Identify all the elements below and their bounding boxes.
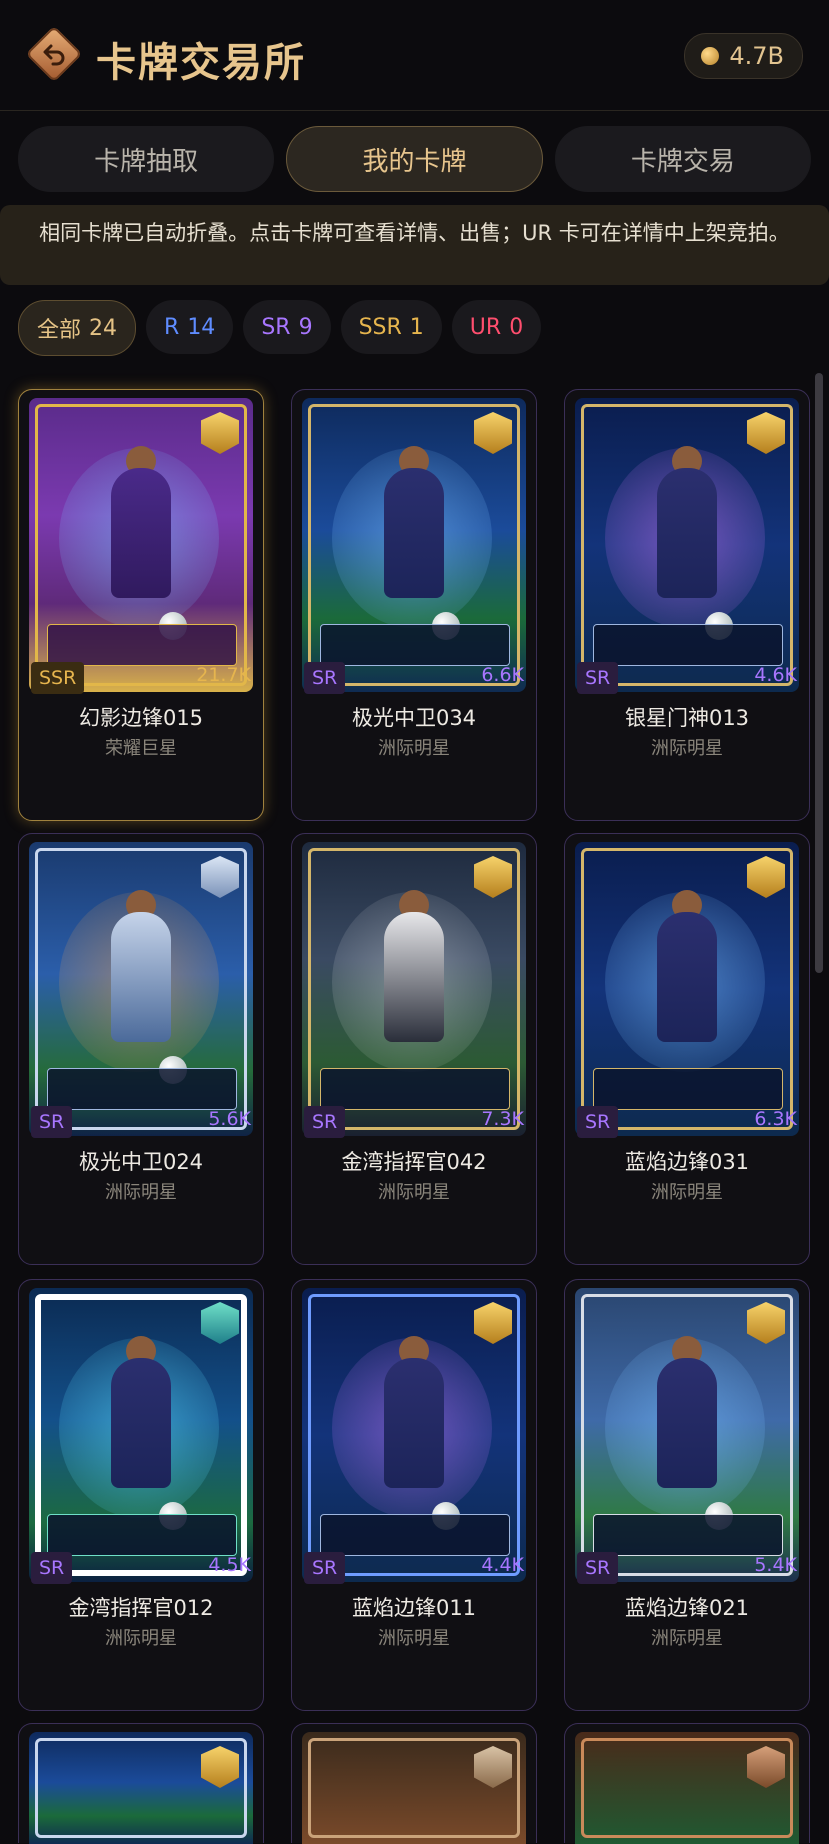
coin-balance: 4.7B	[684, 33, 803, 79]
rarity-filter-bar: 全部 24 R 14 SR 9 SSR 1 UR 0	[18, 300, 542, 356]
card-artwork	[29, 1288, 253, 1582]
filter-label: R	[164, 314, 180, 340]
coin-balance-value: 4.7B	[729, 42, 784, 70]
card-series: 荣耀巨星	[105, 738, 177, 759]
card-artwork	[302, 1732, 526, 1844]
card-name: 蓝焰边锋031	[624, 1150, 750, 1174]
card-series: 洲际明星	[651, 1182, 723, 1203]
filter-r[interactable]: R 14	[146, 300, 234, 354]
card-name: 银星门神013	[624, 706, 750, 730]
card-series: 洲际明星	[105, 1182, 177, 1203]
card-name: 蓝焰边锋021	[624, 1596, 750, 1620]
card-artwork	[575, 1288, 799, 1582]
card-item[interactable]: SR 6.6K 极光中卫034 洲际明星	[291, 389, 537, 821]
card-price: 4.6K	[754, 664, 797, 686]
info-notice: 相同卡牌已自动折叠。点击卡牌可查看详情、出售；UR 卡可在详情中上架竞拍。	[0, 205, 829, 285]
card-name: 极光中卫024	[78, 1150, 204, 1174]
card-artwork	[302, 1288, 526, 1582]
card-price: 4.4K	[481, 1554, 524, 1576]
scrollbar-thumb[interactable]	[815, 373, 823, 973]
card-price: 6.3K	[754, 1108, 797, 1130]
filter-ssr[interactable]: SSR 1	[340, 300, 442, 354]
card-price: 6.6K	[481, 664, 524, 686]
card-series: 洲际明星	[651, 1628, 723, 1649]
rarity-badge: SR	[304, 662, 346, 694]
card-item[interactable]: SR 5.4K 蓝焰边锋021 洲际明星	[564, 1279, 810, 1711]
card-item[interactable]: SR 7.3K 金湾指挥官042 洲际明星	[291, 833, 537, 1265]
back-button[interactable]	[25, 25, 83, 83]
filter-count: 14	[187, 314, 216, 340]
card-price: 5.6K	[208, 1108, 251, 1130]
tab-card-trade[interactable]: 卡牌交易	[554, 126, 811, 192]
card-item[interactable]: SR 4.6K 银星门神013 洲际明星	[564, 389, 810, 821]
card-name: 金湾指挥官042	[341, 1150, 487, 1174]
filter-label: UR	[469, 314, 502, 340]
card-name: 幻影边锋015	[78, 706, 204, 730]
card-artwork	[575, 398, 799, 692]
filter-all[interactable]: 全部 24	[18, 300, 137, 356]
rarity-badge: SR	[304, 1552, 346, 1584]
filter-label: SR	[261, 314, 291, 340]
filter-label: 全部	[37, 318, 82, 343]
tab-draw-cards[interactable]: 卡牌抽取	[18, 126, 275, 192]
rarity-badge: SR	[577, 1552, 619, 1584]
back-arrow-icon	[43, 44, 65, 66]
rarity-badge: SR	[577, 662, 619, 694]
card-price: 4.5K	[208, 1554, 251, 1576]
rarity-badge: SSR	[31, 662, 85, 694]
card-name: 金湾指挥官012	[68, 1596, 214, 1620]
card-artwork	[29, 398, 253, 692]
card-artwork	[302, 398, 526, 692]
filter-sr[interactable]: SR 9	[243, 300, 331, 354]
filter-count: 1	[409, 314, 424, 340]
page-title: 卡牌交易所	[96, 40, 306, 86]
rarity-badge: SR	[31, 1106, 73, 1138]
card-price: 21.7K	[196, 664, 251, 686]
card-series: 洲际明星	[105, 1628, 177, 1649]
card-item[interactable]: SR 4.4K 蓝焰边锋011 洲际明星	[291, 1279, 537, 1711]
card-item[interactable]: SR 6.3K 蓝焰边锋031 洲际明星	[564, 833, 810, 1265]
card-name: 极光中卫034	[351, 706, 477, 730]
coin-icon	[701, 47, 720, 65]
filter-count: 9	[298, 314, 313, 340]
card-series: 洲际明星	[378, 1182, 450, 1203]
card-artwork	[302, 842, 526, 1136]
card-series: 洲际明星	[378, 738, 450, 759]
card-item[interactable]	[18, 1723, 264, 1844]
card-series: 洲际明星	[378, 1628, 450, 1649]
rarity-badge: SR	[304, 1106, 346, 1138]
top-bar: 卡牌交易所 4.7B	[0, 0, 829, 111]
filter-count: 24	[89, 315, 118, 341]
card-artwork	[29, 1732, 253, 1844]
card-series: 洲际明星	[651, 738, 723, 759]
card-item[interactable]: SR 5.6K 极光中卫024 洲际明星	[18, 833, 264, 1265]
card-artwork	[29, 842, 253, 1136]
filter-ur[interactable]: UR 0	[451, 300, 542, 354]
card-price: 5.4K	[754, 1554, 797, 1576]
main-tabs: 卡牌抽取 我的卡牌 卡牌交易	[18, 126, 811, 192]
filter-count: 0	[509, 314, 524, 340]
rarity-badge: SR	[31, 1552, 73, 1584]
card-item[interactable]	[564, 1723, 810, 1844]
card-artwork	[575, 1732, 799, 1844]
card-name: 蓝焰边锋011	[351, 1596, 477, 1620]
rarity-badge: SR	[577, 1106, 619, 1138]
card-item[interactable]: SR 4.5K 金湾指挥官012 洲际明星	[18, 1279, 264, 1711]
card-price: 7.3K	[481, 1108, 524, 1130]
card-artwork	[575, 842, 799, 1136]
filter-label: SSR	[358, 314, 402, 340]
card-item[interactable]: SSR 21.7K 幻影边锋015 荣耀巨星	[18, 389, 264, 821]
card-item[interactable]	[291, 1723, 537, 1844]
tab-my-cards[interactable]: 我的卡牌	[286, 126, 543, 192]
